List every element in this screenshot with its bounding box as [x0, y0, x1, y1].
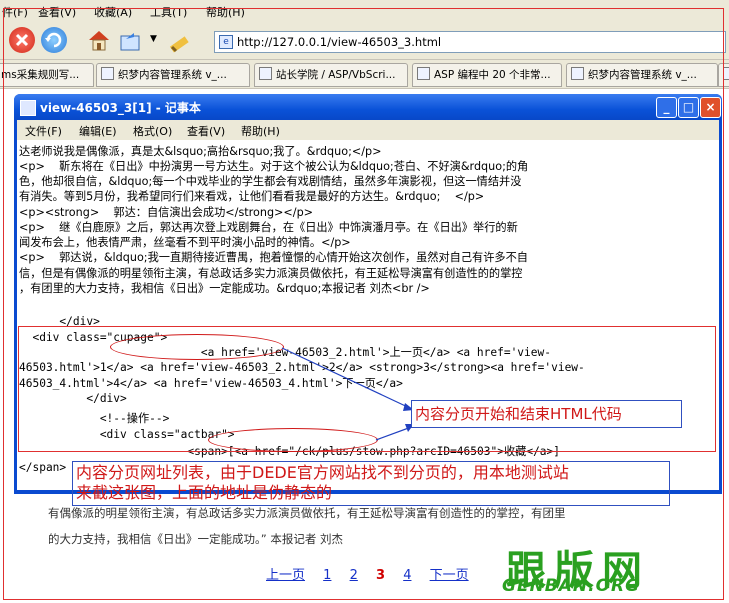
arrow-line [281, 347, 415, 411]
annotation-arrows [281, 347, 415, 441]
annotation-label: 内容分页开始和结束HTML代码 [411, 400, 682, 428]
annotation-note-line: 内容分页网址列表，由于DEDE官方网站找不到分页的，用本地测试站 [76, 463, 569, 482]
annotation-note: 内容分页网址列表，由于DEDE官方网站找不到分页的，用本地测试站 来截这张图，上… [76, 463, 666, 503]
annotation-note-line: 来截这张图，上面的地址是伪静态的 [76, 483, 333, 502]
